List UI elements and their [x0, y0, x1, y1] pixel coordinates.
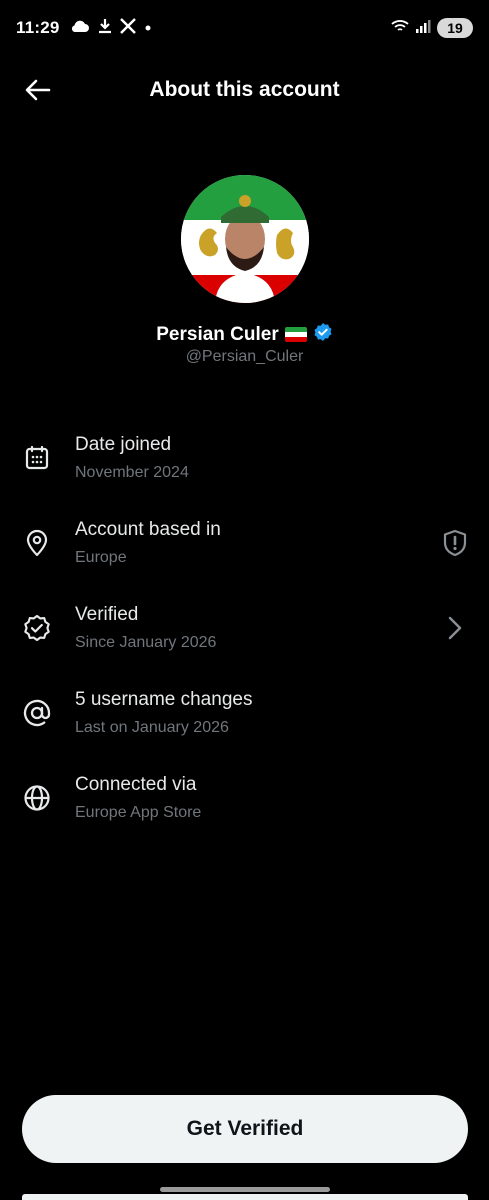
account-info-list: Date joined November 2024 Account based … — [0, 420, 489, 845]
bottom-sheet-edge — [22, 1194, 468, 1200]
info-text: Verified Since January 2026 — [75, 602, 216, 656]
get-verified-label: Get Verified — [186, 1117, 304, 1140]
battery-indicator: 19 — [437, 18, 473, 38]
status-system-icons: 19 — [391, 18, 473, 38]
info-title: Date joined — [75, 434, 172, 455]
info-text: 5 username changes Last on January 2026 — [75, 687, 252, 741]
location-pin-icon — [21, 527, 53, 559]
info-title: Verified — [75, 604, 139, 625]
info-subtitle: Europe App Store — [75, 804, 202, 821]
calendar-icon — [21, 442, 53, 474]
back-button[interactable] — [20, 74, 56, 106]
verified-badge-icon[interactable] — [313, 322, 333, 347]
top-app-bar: About this account — [0, 60, 489, 120]
shield-alert-icon[interactable] — [439, 527, 471, 559]
info-subtitle: Last on January 2026 — [75, 719, 229, 736]
info-item-verified[interactable]: Verified Since January 2026 — [0, 590, 489, 675]
status-bar: 11:29 19 — [0, 0, 489, 56]
dot-icon — [144, 19, 152, 37]
status-time: 11:29 — [16, 18, 60, 37]
signal-icon — [415, 19, 431, 38]
chevron-right-icon[interactable] — [439, 612, 471, 644]
info-item-date-joined: Date joined November 2024 — [0, 420, 489, 505]
profile-name-row: Persian Culer — [0, 322, 489, 347]
profile-handle: @Persian_Culer — [185, 348, 304, 365]
info-item-account-based-in: Account based in Europe — [0, 505, 489, 590]
home-indicator[interactable] — [160, 1187, 330, 1192]
download-icon — [98, 18, 112, 39]
arrow-left-icon — [25, 79, 51, 101]
battery-level: 19 — [447, 20, 463, 36]
cloud-icon — [70, 19, 90, 38]
avatar-image — [181, 175, 309, 303]
x-logo-icon — [119, 17, 136, 39]
info-item-username-changes: 5 username changes Last on January 2026 — [0, 675, 489, 760]
info-text: Connected via Europe App Store — [75, 772, 201, 826]
page-title: About this account — [149, 78, 340, 101]
info-subtitle: Europe — [75, 549, 127, 566]
wifi-icon — [391, 19, 409, 38]
info-title: Account based in — [75, 519, 221, 540]
iran-lion-and-sun-flag-icon — [284, 327, 307, 342]
info-subtitle: Since January 2026 — [75, 634, 217, 651]
status-notification-icons — [70, 17, 152, 39]
info-text: Date joined November 2024 — [75, 432, 189, 486]
info-subtitle: November 2024 — [75, 464, 189, 481]
at-sign-icon — [21, 697, 53, 729]
info-title: 5 username changes — [75, 689, 253, 710]
profile-name: Persian Culer — [156, 323, 279, 345]
info-text: Account based in Europe — [75, 517, 221, 571]
globe-icon — [21, 782, 53, 814]
avatar[interactable] — [181, 175, 309, 303]
get-verified-button[interactable]: Get Verified — [22, 1095, 468, 1163]
info-title: Connected via — [75, 774, 197, 795]
verified-badge-outline-icon — [21, 612, 53, 644]
info-item-connected-via: Connected via Europe App Store — [0, 760, 489, 845]
